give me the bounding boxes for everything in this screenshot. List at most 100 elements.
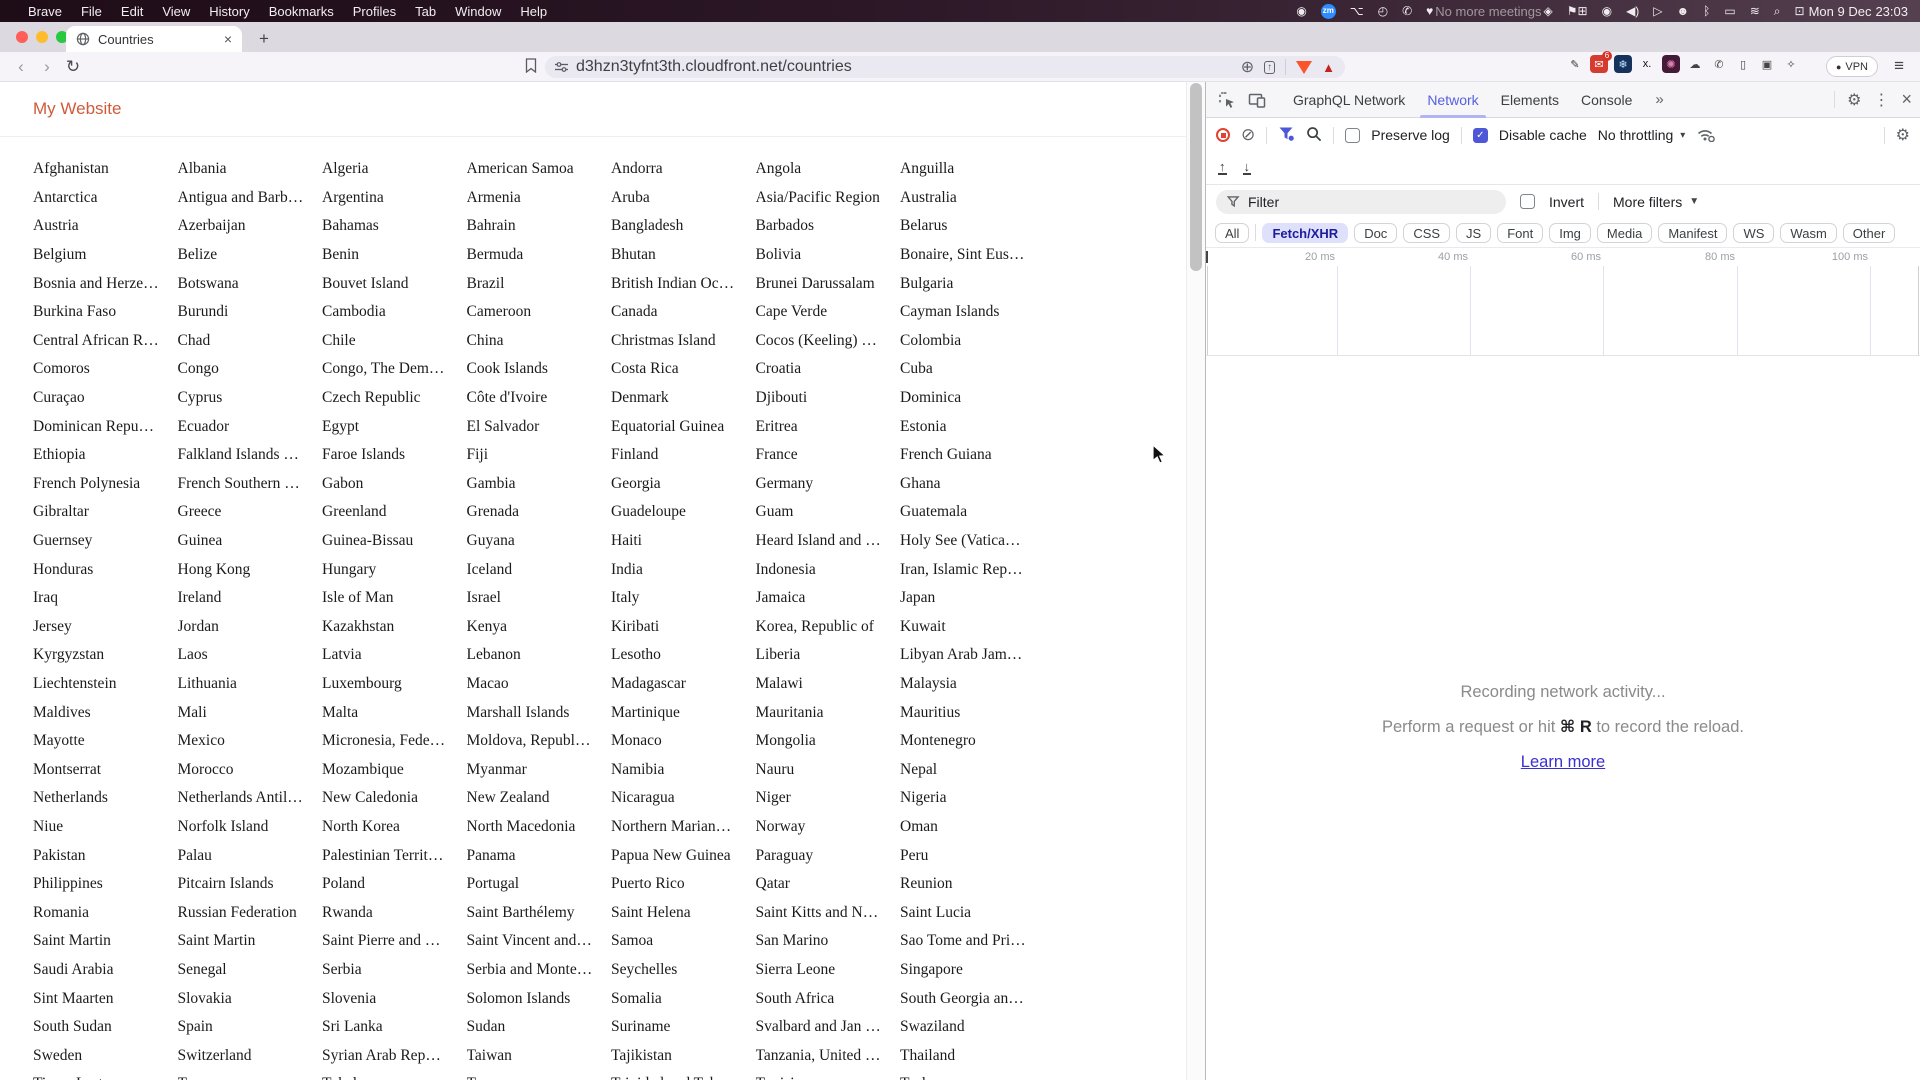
status-icon[interactable]: ᛒ xyxy=(1703,4,1710,18)
extension-icon[interactable]: ✉ 6 xyxy=(1590,51,1612,73)
site-settings-icon[interactable] xyxy=(555,61,568,73)
status-icon[interactable]: ⊞ xyxy=(1578,4,1588,18)
menubar-item[interactable]: Edit xyxy=(121,4,143,19)
status-icon[interactable]: ✆ xyxy=(1402,4,1412,18)
status-icon[interactable]: ⌕ xyxy=(1774,4,1781,18)
export-har-icon[interactable]: ↓ xyxy=(1242,160,1251,175)
brave-shield-icon[interactable] xyxy=(1296,60,1313,74)
url-text[interactable]: d3hzn3tyfnt3th.cloudfront.net/countries xyxy=(576,58,852,76)
status-icon[interactable]: ◴ xyxy=(1378,4,1388,18)
menubar-item[interactable]: Bookmarks xyxy=(269,4,334,19)
extension-icon[interactable]: ✧ xyxy=(1782,55,1800,73)
filter-chip[interactable]: Fetch/XHR xyxy=(1262,222,1349,243)
site-title[interactable]: My Website xyxy=(33,99,122,119)
devtools-tab[interactable]: Elements xyxy=(1490,82,1570,118)
menubar-item[interactable]: File xyxy=(81,4,102,19)
filter-toggle-icon[interactable] xyxy=(1278,125,1295,145)
brave-rewards-icon[interactable]: ▲ xyxy=(1322,60,1335,75)
status-icon[interactable]: ▷ xyxy=(1653,4,1662,18)
search-icon[interactable] xyxy=(1306,126,1322,145)
menubar-item[interactable]: View xyxy=(162,4,190,19)
address-bar[interactable]: d3hzn3tyfnt3th.cloudfront.net/countries … xyxy=(545,56,1345,78)
tab-close-icon[interactable]: × xyxy=(224,31,232,47)
network-settings-icon[interactable]: ⚙ xyxy=(1896,125,1910,145)
extension-icon[interactable]: x. xyxy=(1638,55,1656,73)
filter-chip[interactable]: CSS xyxy=(1403,222,1451,243)
invert-checkbox[interactable] xyxy=(1520,194,1535,209)
status-icon[interactable]: ▭ xyxy=(1724,4,1735,18)
zoom-page-icon[interactable]: ⊕ xyxy=(1241,57,1254,77)
devtools-settings-icon[interactable]: ⚙ xyxy=(1847,90,1861,110)
menubar-item[interactable]: Brave xyxy=(28,4,62,19)
filter-chip[interactable]: WS xyxy=(1733,222,1775,243)
devtools-tab[interactable]: Console xyxy=(1570,82,1643,118)
menubar-item[interactable]: History xyxy=(209,4,249,19)
status-icon[interactable]: ◉ xyxy=(1602,4,1612,18)
menubar-date[interactable]: Mon 9 Dec xyxy=(1809,4,1872,19)
record-button[interactable] xyxy=(1216,128,1230,142)
filter-chip[interactable]: Other xyxy=(1842,222,1896,243)
clear-button[interactable]: ⊘ xyxy=(1241,125,1255,145)
filter-chip[interactable]: JS xyxy=(1456,222,1492,243)
extension-icon[interactable]: ▯ xyxy=(1734,55,1752,73)
reload-button[interactable]: ↻ xyxy=(60,57,86,77)
extension-icon[interactable]: ✎ xyxy=(1566,55,1584,73)
filter-chip[interactable]: Img xyxy=(1549,222,1591,243)
filter-chip[interactable]: Manifest xyxy=(1658,222,1728,243)
extension-icon[interactable]: ☁ xyxy=(1686,55,1704,73)
back-button[interactable]: ‹ xyxy=(8,57,34,77)
status-icon[interactable]: ⌥ xyxy=(1350,4,1364,18)
status-icon[interactable]: ⊡ xyxy=(1795,4,1805,18)
status-icon[interactable]: ≋ xyxy=(1750,4,1760,18)
devtools-tab[interactable]: GraphQL Network xyxy=(1282,82,1416,118)
preserve-log-checkbox[interactable] xyxy=(1345,127,1361,143)
status-icon[interactable]: ♥ xyxy=(1426,4,1433,18)
meetings-status[interactable]: No more meetings xyxy=(1435,4,1541,19)
device-toolbar-icon[interactable] xyxy=(1244,91,1270,109)
status-icon[interactable]: ◉ xyxy=(1296,4,1306,18)
menubar-item[interactable]: Help xyxy=(520,4,547,19)
scrollbar-thumb[interactable] xyxy=(1190,83,1202,271)
import-har-icon[interactable]: ↑ xyxy=(1218,160,1227,175)
close-window-button[interactable] xyxy=(16,31,28,43)
status-icon[interactable]: ☻ xyxy=(1677,4,1690,18)
menubar-item[interactable]: Window xyxy=(455,4,501,19)
browser-tab-countries[interactable]: Countries × xyxy=(66,26,242,52)
throttling-select[interactable]: No throttling ▾ xyxy=(1598,127,1686,143)
status-icon[interactable]: ◈ xyxy=(1544,4,1553,18)
devtools-tab[interactable]: Network xyxy=(1416,82,1489,118)
extension-icon[interactable]: ▣ xyxy=(1758,55,1776,73)
bookmark-icon[interactable] xyxy=(525,58,537,78)
filter-chip[interactable]: Wasm xyxy=(1780,222,1837,243)
country-item: Cambodia xyxy=(322,303,386,321)
status-icon[interactable]: zm xyxy=(1320,3,1336,19)
extension-icon[interactable]: ✆ xyxy=(1710,55,1728,73)
menubar-item[interactable]: Profiles xyxy=(353,4,396,19)
filter-chip[interactable]: Font xyxy=(1497,222,1544,243)
network-filter-input[interactable]: Filter xyxy=(1216,189,1506,214)
minimize-window-button[interactable] xyxy=(36,31,48,43)
extension-icon[interactable]: ❄ xyxy=(1614,55,1632,73)
browser-menu-button[interactable]: ≡ xyxy=(1894,56,1904,76)
network-conditions-icon[interactable] xyxy=(1696,126,1716,145)
extension-icon[interactable]: ✺ xyxy=(1662,55,1680,73)
page-scrollbar[interactable] xyxy=(1186,82,1205,1080)
learn-more-link[interactable]: Learn more xyxy=(1521,753,1605,771)
new-tab-button[interactable]: + xyxy=(252,27,276,51)
status-icon[interactable]: ⚑ xyxy=(1567,4,1578,18)
menubar-clock[interactable]: 23:03 xyxy=(1875,4,1908,19)
filter-chip-all[interactable]: All xyxy=(1215,222,1250,243)
share-icon[interactable]: ↑ xyxy=(1264,60,1276,74)
forward-button[interactable]: › xyxy=(34,57,60,77)
filter-chip[interactable]: Doc xyxy=(1354,222,1398,243)
vpn-button[interactable]: ● VPN xyxy=(1825,56,1878,77)
menubar-item[interactable]: Tab xyxy=(415,4,436,19)
kebab-menu-icon[interactable]: ⋮ xyxy=(1873,90,1889,110)
inspect-element-icon[interactable] xyxy=(1214,91,1240,109)
filter-chip[interactable]: Media xyxy=(1596,222,1653,243)
disable-cache-checkbox[interactable]: ✓ xyxy=(1472,127,1488,143)
more-filters-button[interactable]: More filters ▼ xyxy=(1613,194,1699,210)
status-icon[interactable]: ◀) xyxy=(1626,4,1639,18)
devtools-close-icon[interactable]: × xyxy=(1901,89,1912,110)
more-tabs-icon[interactable]: » xyxy=(1647,82,1671,118)
